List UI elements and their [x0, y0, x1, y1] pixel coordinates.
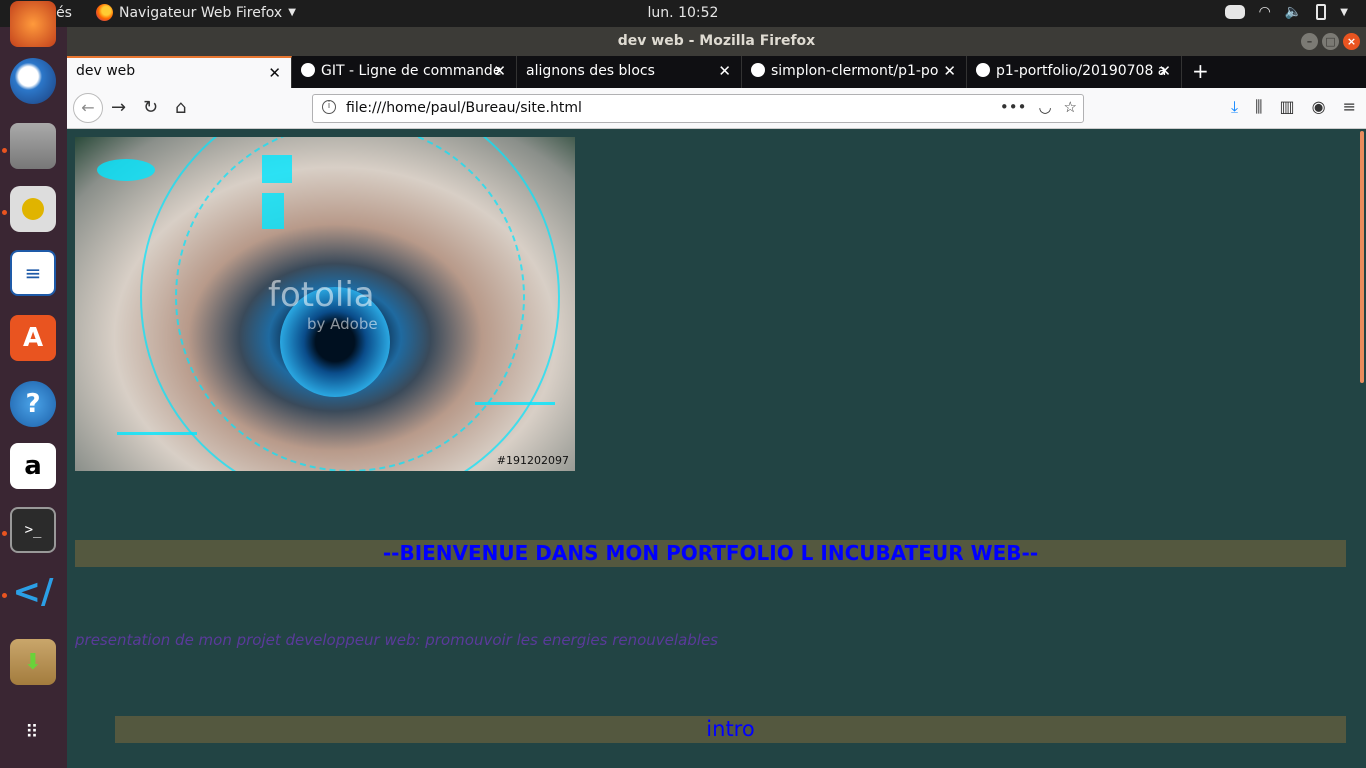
chevron-down-icon[interactable]: ▼: [1340, 7, 1348, 18]
system-top-bar: Activités Navigateur Web Firefox ▼ lun. …: [0, 0, 1366, 27]
pocket-icon[interactable]: ◡: [1038, 98, 1051, 116]
github-icon: [301, 63, 315, 77]
site-info-icon[interactable]: i: [322, 100, 336, 114]
tab-label: alignons des blocs: [526, 63, 655, 79]
wifi-icon[interactable]: ◠: [1259, 4, 1271, 20]
url-bar[interactable]: i file:///home/paul/Bureau/site.html •••…: [312, 94, 1084, 123]
software-center-icon[interactable]: A: [10, 315, 56, 361]
tab-label: dev web: [76, 63, 136, 79]
window-titlebar[interactable]: dev web - Mozilla Firefox – □ ×: [67, 27, 1366, 56]
close-tab-icon[interactable]: ✕: [1158, 62, 1171, 80]
url-text[interactable]: file:///home/paul/Bureau/site.html: [346, 100, 582, 116]
tab-git[interactable]: GIT - Ligne de commande ✕: [292, 56, 517, 88]
maximize-button[interactable]: □: [1322, 33, 1339, 50]
running-indicator: [2, 210, 7, 215]
page-actions-icon[interactable]: •••: [1000, 98, 1027, 116]
image-id-label: #191202097: [496, 454, 569, 467]
tab-strip: dev web ✕ GIT - Ligne de commande ✕ alig…: [67, 56, 1366, 88]
libreoffice-writer-icon[interactable]: ≡: [10, 250, 56, 296]
running-indicator: [2, 148, 7, 153]
firefox-icon[interactable]: [10, 1, 56, 47]
tab-dev-web[interactable]: dev web ✕: [67, 56, 292, 88]
github-icon: [751, 63, 765, 77]
tab-label: p1-portfolio/20190708 a: [996, 63, 1167, 79]
thunderbird-icon[interactable]: [10, 58, 56, 104]
account-icon[interactable]: ◉: [1312, 97, 1326, 117]
show-applications-icon[interactable]: ⠿: [10, 710, 56, 756]
help-icon[interactable]: ?: [10, 381, 56, 427]
github-icon: [976, 63, 990, 77]
system-tray[interactable]: ◠ 🔈 ▼: [1224, 4, 1348, 20]
close-tab-icon[interactable]: ✕: [268, 64, 281, 82]
intro-heading: intro: [115, 716, 1346, 743]
forward-button[interactable]: →: [111, 97, 126, 118]
tab-label: GIT - Ligne de commande: [321, 63, 502, 79]
tab-alignons[interactable]: alignons des blocs ✕: [517, 56, 742, 88]
welcome-heading: --BIENVENUE DANS MON PORTFOLIO L INCUBAT…: [75, 540, 1346, 567]
bookmark-star-icon[interactable]: ☆: [1064, 98, 1077, 116]
scrollbar-thumb[interactable]: [1360, 131, 1364, 383]
amazon-icon[interactable]: a: [10, 443, 56, 489]
rhythmbox-icon[interactable]: [10, 186, 56, 232]
archive-manager-icon[interactable]: ⬇: [10, 639, 56, 685]
minimize-button[interactable]: –: [1301, 33, 1318, 50]
home-button[interactable]: ⌂: [175, 97, 186, 118]
page-content: fotolia by Adobe #191202097 --BIENVENUE …: [67, 129, 1357, 768]
hud-shape: [475, 402, 555, 405]
new-tab-button[interactable]: +: [1182, 56, 1219, 88]
back-button[interactable]: ←: [73, 93, 103, 123]
hud-shape: [262, 193, 284, 229]
running-indicator: [2, 531, 7, 536]
launcher-dock: ≡ A ? a >_ </ ⬇ ⠿: [0, 1, 67, 768]
window-title: dev web - Mozilla Firefox: [617, 33, 816, 49]
close-tab-icon[interactable]: ✕: [493, 62, 506, 80]
clock[interactable]: lun. 10:52: [0, 5, 1366, 21]
tab-p1-portfolio[interactable]: p1-portfolio/20190708 a ✕: [967, 56, 1182, 88]
menu-icon[interactable]: ≡: [1343, 97, 1356, 117]
tab-label: simplon-clermont/p1-po: [771, 63, 939, 79]
hud-shape: [117, 432, 197, 435]
close-tab-icon[interactable]: ✕: [718, 62, 731, 80]
presentation-text: presentation de mon projet developpeur w…: [75, 631, 719, 649]
close-window-button[interactable]: ×: [1343, 33, 1360, 50]
terminal-icon[interactable]: >_: [10, 507, 56, 553]
close-tab-icon[interactable]: ✕: [943, 62, 956, 80]
battery-icon[interactable]: [1316, 4, 1327, 20]
watermark-subtext: by Adobe: [307, 315, 378, 333]
hud-shape: [97, 159, 155, 181]
sidebar-icon[interactable]: ▥: [1280, 97, 1295, 117]
discord-icon[interactable]: [1224, 5, 1245, 19]
volume-icon[interactable]: 🔈: [1285, 4, 1302, 20]
watermark-text: fotolia: [268, 275, 375, 315]
running-indicator: [2, 593, 7, 598]
navigation-toolbar: ← → ↻ ⌂ i file:///home/paul/Bureau/site.…: [67, 88, 1366, 129]
page-scrollbar[interactable]: [1357, 129, 1366, 768]
library-icon[interactable]: ⫼: [1255, 97, 1262, 117]
hero-image: fotolia by Adobe #191202097: [75, 137, 575, 471]
hud-shape: [262, 155, 292, 183]
files-icon[interactable]: [10, 123, 56, 169]
downloads-icon[interactable]: ⤓: [1231, 97, 1238, 117]
reload-button[interactable]: ↻: [143, 97, 158, 118]
vscode-icon[interactable]: </: [10, 569, 56, 615]
tab-simplon[interactable]: simplon-clermont/p1-po ✕: [742, 56, 967, 88]
